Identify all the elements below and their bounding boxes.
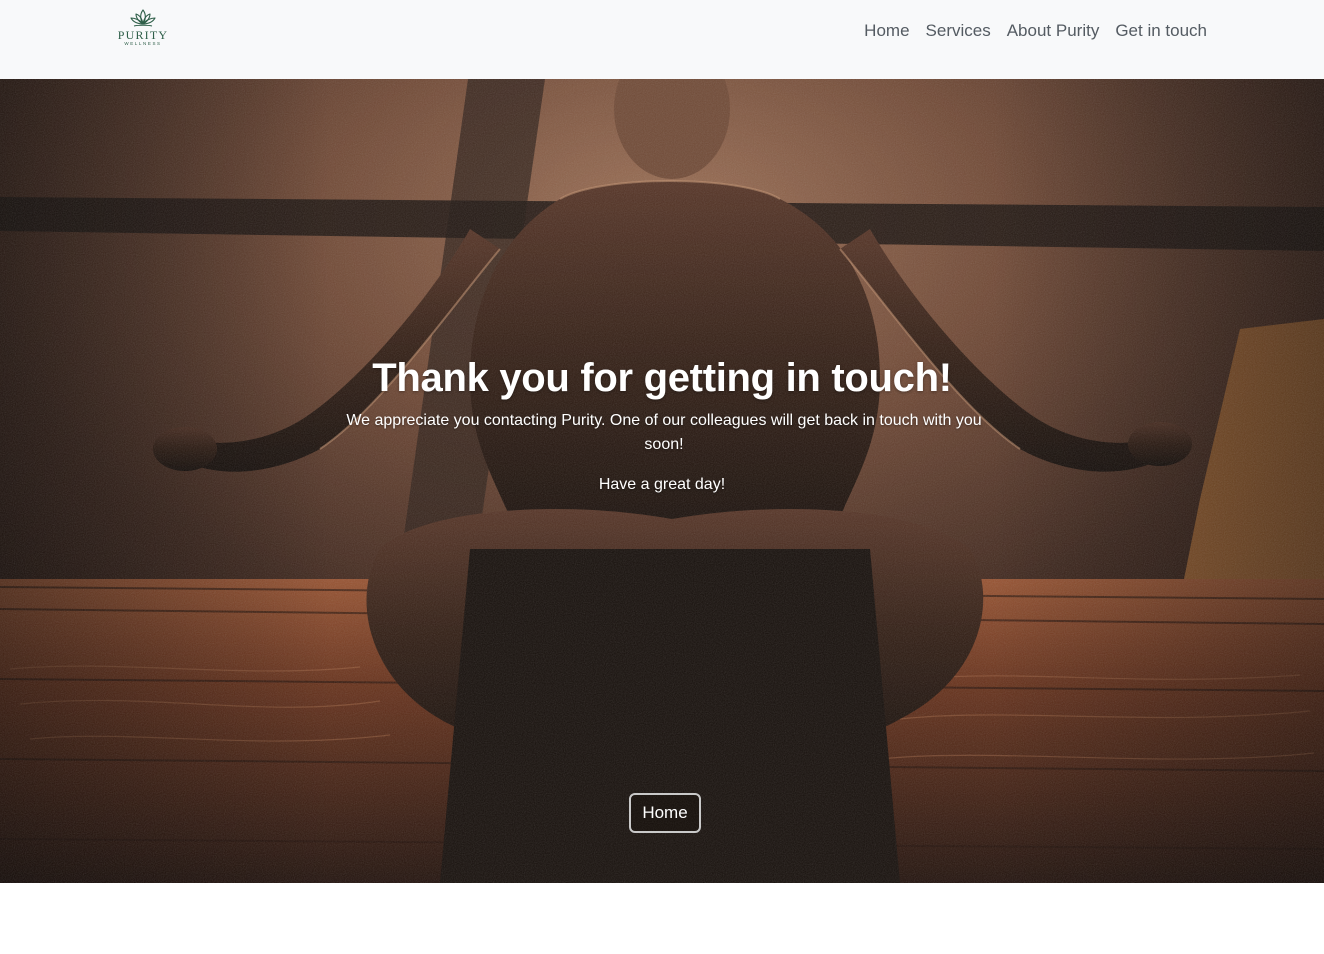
- lotus-icon: [130, 9, 156, 27]
- nav-link-about[interactable]: About Purity: [999, 20, 1108, 42]
- brand-tagline: WELLNESS: [124, 41, 162, 46]
- home-button[interactable]: Home: [629, 793, 701, 833]
- hero-title: Thank you for getting in touch!: [372, 356, 952, 400]
- navbar: PURITY WELLNESS Home Services About Puri…: [0, 0, 1324, 79]
- hero-closing: Have a great day!: [598, 476, 726, 493]
- brand-logo[interactable]: PURITY WELLNESS: [112, 8, 174, 52]
- nav-link-home[interactable]: Home: [856, 20, 917, 42]
- brand-name: PURITY: [117, 28, 169, 42]
- hero-message: We appreciate you contacting Purity. One…: [346, 412, 982, 453]
- nav-link-services[interactable]: Services: [918, 20, 999, 42]
- hero-section: Thank you for getting in touch! We appre…: [0, 79, 1324, 883]
- nav-link-contact[interactable]: Get in touch: [1107, 20, 1215, 42]
- main-nav: Home Services About Purity Get in touch: [856, 20, 1215, 42]
